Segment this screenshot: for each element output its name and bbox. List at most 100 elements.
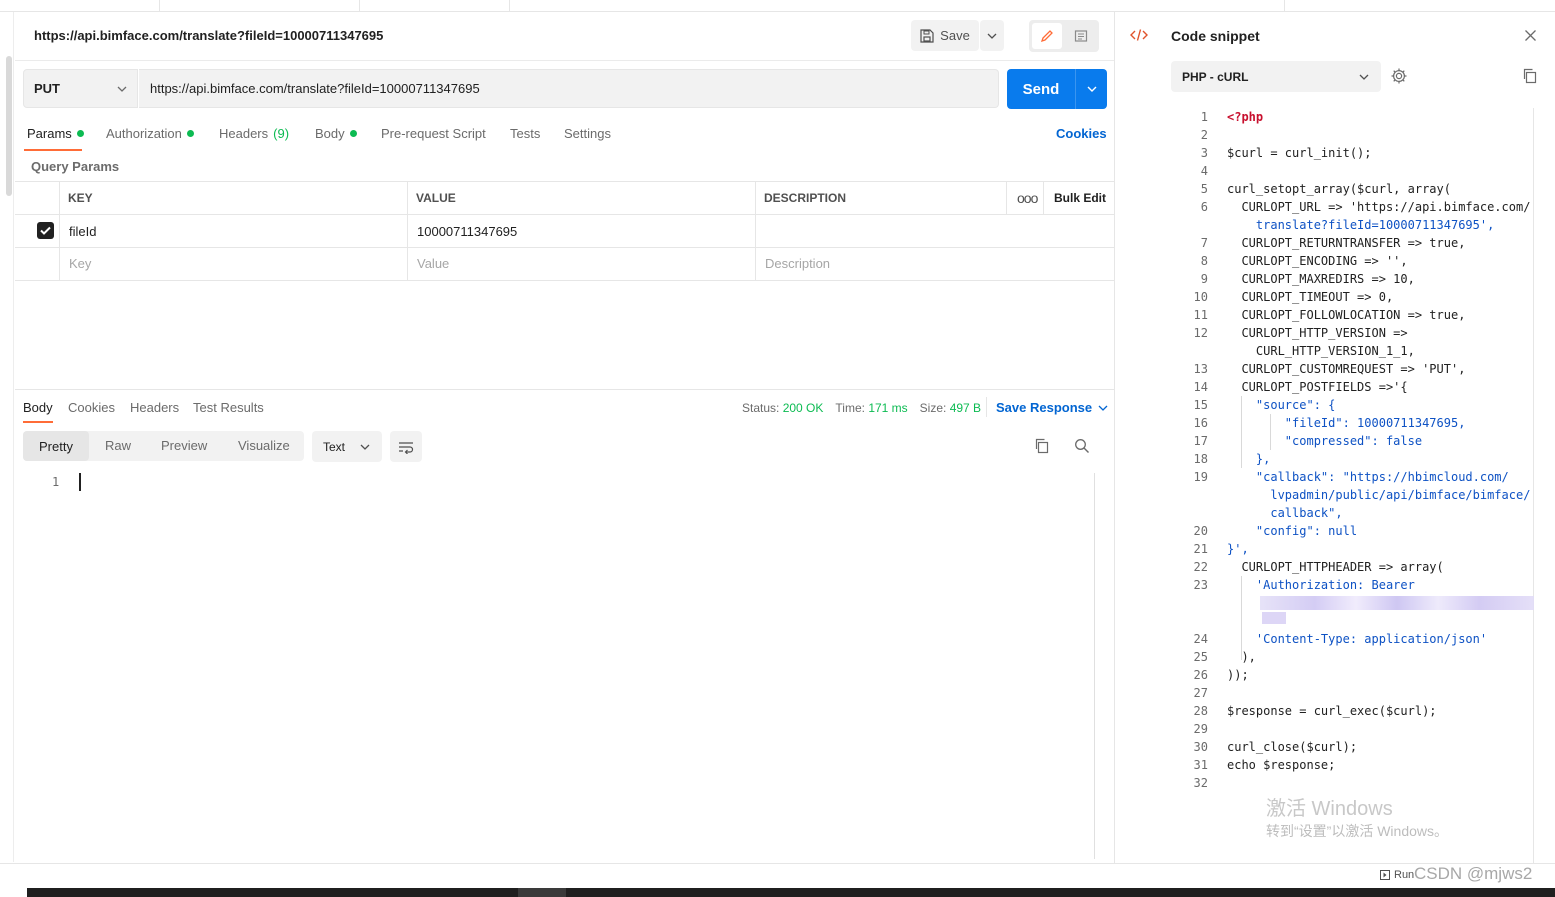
param-value-cell[interactable]: 10000711347695 [417,224,517,239]
format-select[interactable]: Text [312,431,382,462]
tab-settings[interactable]: Settings [564,126,611,141]
response-tab-test-results[interactable]: Test Results [193,400,264,415]
edit-mode-button[interactable] [1032,23,1062,49]
view-raw-button[interactable]: Raw [105,438,131,453]
tab-fragment[interactable] [1180,0,1285,11]
save-button[interactable]: Save [911,20,979,51]
language-select[interactable]: PHP - cURL [1171,61,1381,92]
column-header-key: KEY [68,191,93,205]
save-icon [920,28,934,43]
code-line: 20 "config": null [1176,522,1536,540]
line-number: 1 [1200,110,1208,124]
view-preview-button[interactable]: Preview [161,438,207,453]
bulk-edit-button[interactable]: Bulk Edit [1054,191,1106,205]
view-pretty-button[interactable]: Pretty [23,431,89,461]
tab-fragment[interactable] [360,0,510,11]
line-text [1208,612,1227,630]
size-info[interactable]: Size: 497 B [920,401,981,415]
line-number: 31 [1193,758,1208,772]
pencil-icon [1040,30,1053,43]
table-border [15,181,1115,182]
size-label: Size: [919,401,947,415]
param-enabled-checkbox[interactable] [37,222,54,239]
taskbar-item[interactable] [518,888,566,897]
tab-params[interactable]: Params [27,126,84,141]
response-tab-headers[interactable]: Headers [130,400,179,415]
tab-tests[interactable]: Tests [510,126,540,141]
time-value: 171 ms [868,401,908,415]
search-icon[interactable] [1074,438,1090,457]
tab-authorization[interactable]: Authorization [106,126,194,141]
tab-fragment[interactable] [0,0,160,11]
code-snippet-editor[interactable]: 1 <?php 2 3 $curl = curl_init(); 4 5 curl_s… [1176,108,1536,792]
response-tab-body[interactable]: Body [23,400,53,415]
tab-label: Headers [219,126,269,141]
new-value-input[interactable]: Value [417,256,449,271]
code-line: 9 CURLOPT_MAXREDIRS => 10, [1176,270,1536,288]
tab-label: Body [315,126,345,141]
send-options-button[interactable] [1075,69,1107,109]
line-number [1176,486,1208,504]
line-number: 3 [1200,146,1208,160]
line-number [1176,342,1208,360]
line-text [1208,774,1227,792]
copy-icon[interactable] [1034,438,1050,457]
url-input[interactable]: https://api.bimface.com/translate?fileId… [139,69,999,108]
close-icon[interactable] [1524,29,1537,45]
tab-pre-request-script[interactable]: Pre-request Script [381,126,486,141]
response-tab-cookies[interactable]: Cookies [68,400,115,415]
tab-fragment[interactable] [160,0,360,11]
cookies-link[interactable]: Cookies [1056,126,1107,141]
new-key-input[interactable]: Key [69,256,91,271]
code-line: 14 CURLOPT_POSTFIELDS =>'{ [1176,378,1536,396]
send-button[interactable]: Send [1007,69,1075,109]
response-scrollbar-track[interactable] [1094,473,1095,859]
tab-count: (9) [273,126,290,141]
request-title[interactable]: https://api.bimface.com/translate?fileId… [34,28,383,43]
code-line: 11 CURLOPT_FOLLOWLOCATION => true, [1176,306,1536,324]
tab-body[interactable]: Body [315,126,357,141]
line-text: )); [1227,668,1249,682]
response-meta: Status: 200 OK Time: 171 ms Size: 497 B [742,401,981,415]
more-options-icon[interactable]: ooo [1017,190,1038,206]
line-text: }', [1227,542,1249,556]
status-value: 200 OK [782,401,824,415]
code-line: 26)); [1176,666,1536,684]
wrap-lines-button[interactable] [390,431,422,462]
line-text: 'Content-Type: application/json' [1227,632,1488,646]
line-text: "compressed": false [1227,434,1423,448]
left-scrollbar[interactable] [6,56,12,196]
line-text [1208,720,1227,738]
save-response-button[interactable]: Save Response [996,400,1108,415]
status-dot [76,130,84,137]
code-line: 23 'Authorization: Bearer [1176,576,1536,594]
gear-icon[interactable] [1390,67,1408,88]
line-text: }, [1227,452,1271,466]
time-label: Time: [835,401,865,415]
param-key-cell[interactable]: fileId [69,224,96,239]
code-line: 18 }, [1176,450,1536,468]
column-header-value: VALUE [416,191,456,205]
line-text: <?php [1227,110,1264,124]
documentation-mode-button[interactable] [1066,23,1096,49]
code-line: 19 "callback": "https://hbimcloud.com/ [1176,468,1536,486]
code-line: 21}', [1176,540,1536,558]
view-visualize-button[interactable]: Visualize [238,438,290,453]
pane-splitter[interactable] [15,389,1115,390]
tab-headers[interactable]: Headers (9) [219,126,289,141]
code-line: 4 [1176,162,1536,180]
copy-icon[interactable] [1522,68,1538,87]
method-select[interactable]: PUT [23,69,138,108]
new-description-input[interactable]: Description [765,256,830,271]
runner-button[interactable]: Run [1380,869,1414,881]
status-info[interactable]: Status: 200 OK [742,401,823,415]
line-number: 26 [1193,668,1208,682]
line-text: callback", [1227,506,1343,520]
time-info[interactable]: Time: 171 ms [835,401,907,415]
line-text: echo $response; [1227,758,1336,772]
line-number: 15 [1193,398,1208,412]
save-options-button[interactable] [980,20,1004,51]
line-text: translate?fileId=10000711347695', [1227,218,1495,232]
code-line: 17 "compressed": false [1176,432,1536,450]
line-text: CURLOPT_RETURNTRANSFER => true, [1227,236,1466,250]
